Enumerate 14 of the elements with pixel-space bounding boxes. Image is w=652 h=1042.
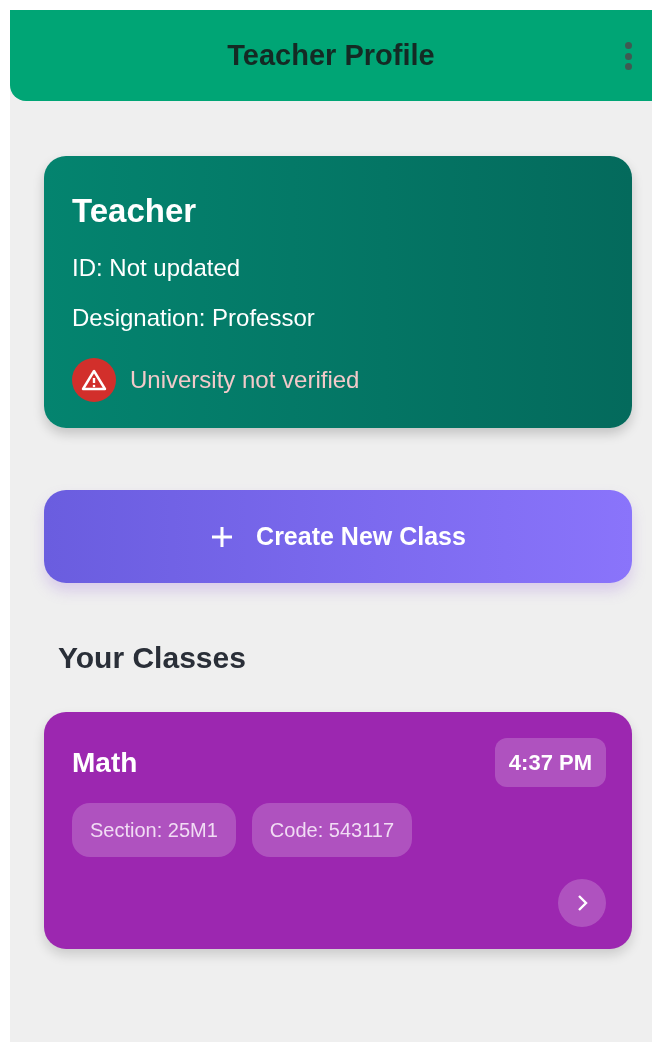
chevron-right-icon[interactable]	[558, 879, 606, 927]
app-bar-title: Teacher Profile	[227, 37, 435, 73]
class-card[interactable]: Math 4:37 PM Section: 25M1 Code: 543117	[44, 712, 632, 949]
class-time: 4:37 PM	[494, 738, 606, 787]
class-tag: Code: 543117	[251, 803, 413, 857]
profile-id: ID: Not updated	[72, 252, 242, 283]
class-name: Math	[72, 745, 138, 780]
profile-designation: Designation: Professor	[72, 302, 316, 333]
profile-name: Teacher	[72, 191, 198, 231]
plus-icon	[210, 524, 235, 549]
verification-status: University not verified	[130, 364, 360, 395]
create-class-button[interactable]: Create New Class	[44, 490, 632, 583]
class-tag: Section: 25M1	[72, 803, 236, 857]
section-title: Your Classes	[58, 640, 247, 676]
